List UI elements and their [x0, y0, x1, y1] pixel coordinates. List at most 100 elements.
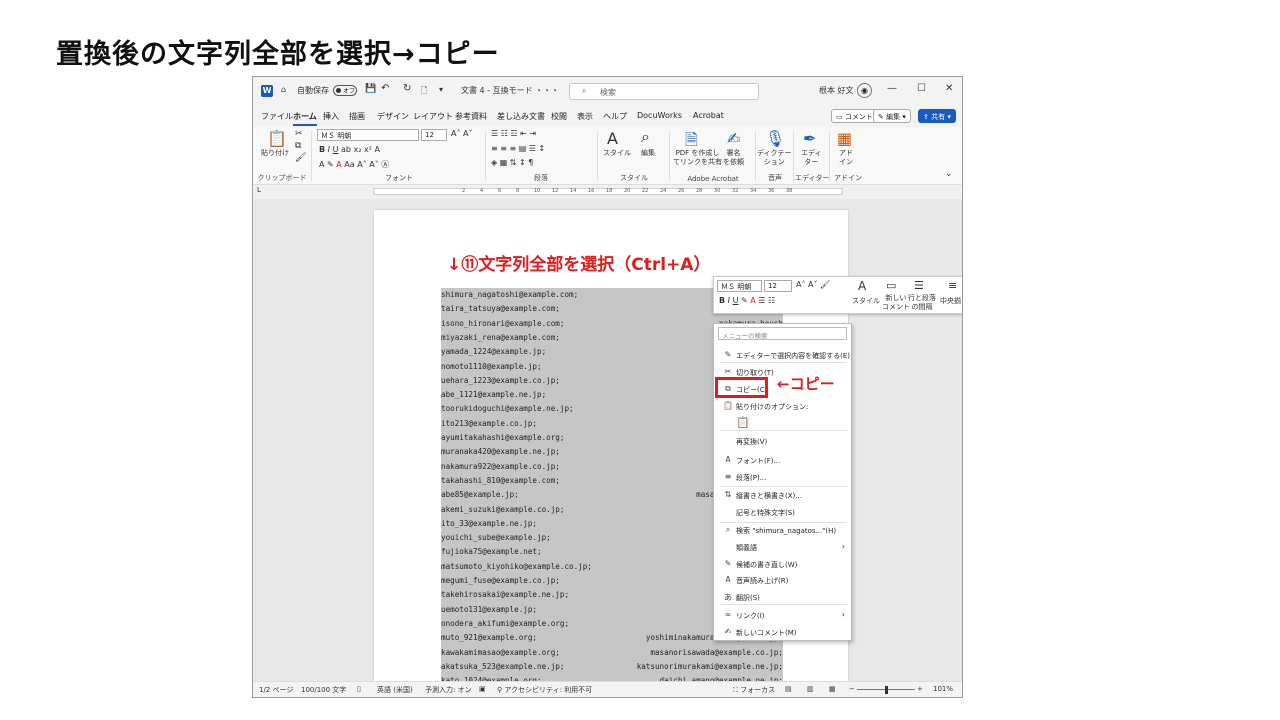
mini-font-name-select[interactable]: ＭＳ 明朝	[717, 280, 762, 292]
menu-item-new-comment[interactable]: ✍ 新しいコメント(M)	[714, 625, 851, 640]
tab-docuworks[interactable]: DocuWorks	[637, 111, 682, 120]
menu-search-input[interactable]: メニューの検索	[718, 327, 847, 340]
style-icon[interactable]: A	[607, 129, 618, 148]
font-format-icons[interactable]: B I U ab x₂ x² A	[319, 145, 380, 154]
mini-grow-font-icon[interactable]: A˄ A˅ 🖌	[796, 280, 830, 289]
email-left: uehara_1223@example.co.jp;	[441, 375, 560, 385]
proofing-icon[interactable]: ▯	[357, 685, 361, 693]
font-color-icons[interactable]: A ✎ A Aa A˄ A˅ Ⓐ	[319, 159, 389, 170]
edit-mode-button[interactable]: ✎ 編集 ▾	[873, 109, 911, 123]
mini-font-size-select[interactable]: 12	[764, 280, 792, 292]
mini-center-icon[interactable]: ≡	[948, 279, 957, 292]
tab-design[interactable]: デザイン	[377, 111, 409, 122]
tab-mailings[interactable]: 差し込み文書	[497, 111, 545, 122]
macro-icon[interactable]: ▣	[479, 685, 486, 693]
avatar-icon[interactable]: ◉	[857, 83, 872, 98]
font-name-select[interactable]: ＭＳ 明朝	[317, 129, 419, 141]
new-doc-icon[interactable]: 🗋	[421, 85, 427, 99]
menu-item-reconvert[interactable]: 再変換(V)	[714, 434, 851, 449]
comment-button[interactable]: ▭ コメント	[831, 109, 878, 123]
document-line[interactable]: kawakamimasao@example.org; masanorisawada…	[441, 648, 783, 662]
menu-item-font[interactable]: A フォント(F)...	[714, 453, 851, 468]
editor-group: ✒ エディ ター エディター	[795, 127, 830, 185]
collapse-ribbon-icon[interactable]: ⌄	[945, 169, 953, 179]
restore-button[interactable]: ☐	[917, 83, 926, 94]
addin-icon[interactable]: ▦	[837, 129, 852, 148]
menu-item-text-direction[interactable]: ⇅ 縦書きと横書き(X)...	[714, 488, 851, 503]
ruler-tick: 12	[552, 188, 559, 194]
redo-icon[interactable]: ↻	[403, 83, 411, 94]
menu-item-synonyms[interactable]: 類義語 ›	[714, 540, 851, 555]
print-layout-icon[interactable]: ▥	[807, 685, 814, 693]
menu-item-paste-keep[interactable]: 📋	[714, 414, 851, 429]
zoom-level[interactable]: 101%	[933, 685, 953, 693]
paste-icon[interactable]: 📋	[267, 129, 287, 148]
menu-item-editor-check[interactable]: ✎ エディターで選択内容を確認する(E)	[714, 348, 851, 363]
customize-qat-icon[interactable]: ▾	[439, 85, 443, 94]
addin-group-label: アドイン	[834, 174, 862, 182]
cut-icon[interactable]: ✂	[295, 129, 303, 139]
document-line[interactable]: akatsuka_523@example.ne.jp; katsunorimura…	[441, 662, 783, 676]
microphone-icon[interactable]: 🎙	[765, 129, 785, 148]
zoom-slider-handle[interactable]	[885, 686, 888, 694]
page-count[interactable]: 1/2 ページ	[259, 685, 293, 695]
zoom-in-icon[interactable]: +	[917, 685, 923, 693]
menu-item-link[interactable]: ∞ リンク(I) ›	[714, 608, 851, 623]
menu-item-rewrite[interactable]: ✎ 候補の書き直し(W)	[714, 557, 851, 572]
mini-line-spacing-icon[interactable]: ☰	[914, 279, 924, 292]
close-button[interactable]: ✕	[945, 83, 953, 94]
copy-icon[interactable]: ⧉	[295, 141, 301, 151]
format-painter-icon[interactable]: 🖌	[295, 153, 306, 163]
tab-insert[interactable]: 挿入	[323, 111, 339, 122]
zoom-out-icon[interactable]: −	[849, 685, 855, 693]
mini-comment-icon[interactable]: ▭	[886, 279, 896, 292]
share-button[interactable]: ⇪ 共有 ▾	[918, 109, 956, 123]
list-icons[interactable]: ☰ ☷ ☲ ⇤ ⇥	[491, 129, 536, 138]
menu-item-label: 貼り付けのオプション:	[736, 403, 809, 411]
save-icon[interactable]: 💾	[365, 84, 376, 94]
tab-file[interactable]: ファイル	[261, 111, 293, 122]
autosave-toggle[interactable]: オフ	[333, 85, 357, 96]
editor-icon[interactable]: ✒	[803, 129, 816, 148]
shading-icons[interactable]: ◈ ▦ ⇅ ↕ ¶	[491, 158, 533, 167]
read-mode-icon[interactable]: ▤	[785, 685, 792, 693]
find-icon[interactable]: ⌕	[641, 127, 650, 147]
menu-item-paste-options[interactable]: 📋 貼り付けのオプション:	[714, 399, 851, 414]
tab-view[interactable]: 表示	[577, 111, 593, 122]
undo-icon[interactable]: ↶	[381, 83, 389, 94]
tab-draw[interactable]: 描画	[349, 111, 365, 122]
mini-format-icons[interactable]: B I U ✎ A ☰ ☷	[719, 296, 775, 305]
tab-acrobat[interactable]: Acrobat	[693, 111, 724, 120]
grow-font-icon[interactable]: A˄ A˅	[451, 129, 473, 138]
menu-item-search[interactable]: ⌕ 検索 "shimura_nagatos..."(H)	[714, 523, 851, 538]
mini-toolbar: ＭＳ 明朝 12 A˄ A˅ 🖌 B I U ✎ A ☰ ☷ A スタイル ▭ …	[713, 276, 962, 314]
search-box[interactable]: ⌕ 検索	[569, 83, 759, 100]
minimize-button[interactable]: —	[887, 83, 897, 94]
focus-button[interactable]: ⛶ フォーカス	[733, 685, 775, 695]
language[interactable]: 英語 (米国)	[377, 685, 413, 695]
accessibility-status[interactable]: ⚲ アクセシビリティ: 利用不可	[497, 685, 592, 695]
web-layout-icon[interactable]: ▦	[829, 685, 836, 693]
new-comment-icon: ✍	[724, 627, 732, 636]
tab-selector-icon[interactable]: L	[257, 186, 261, 194]
tab-layout[interactable]: レイアウト	[413, 111, 453, 122]
align-icons[interactable]: ≡ ≡ ≡ ▤ ☰ ↕	[491, 144, 545, 153]
tab-help[interactable]: ヘルプ	[603, 111, 627, 122]
menu-item-label: 候補の書き直し(W)	[736, 561, 798, 569]
ruler-tick: 6	[498, 188, 502, 194]
paste-keep-format-icon[interactable]: 📋	[736, 416, 750, 429]
menu-item-symbols[interactable]: 記号と特殊文字(S)	[714, 505, 851, 520]
font-size-select[interactable]: 12	[421, 129, 447, 141]
tab-references[interactable]: 参考資料	[455, 111, 487, 122]
predictive-input[interactable]: 予測入力: オン	[425, 685, 472, 695]
menu-item-translate[interactable]: あ翻訳(S)	[714, 590, 851, 605]
tab-review[interactable]: 校閲	[551, 111, 567, 122]
mini-style-icon[interactable]: A	[858, 279, 866, 293]
menu-item-read-aloud[interactable]: A 音声読み上げ(R)	[714, 573, 851, 588]
sign-icon[interactable]: ✍	[727, 129, 740, 148]
word-count[interactable]: 100/100 文字	[301, 685, 346, 695]
tab-home[interactable]: ホーム	[293, 111, 317, 126]
menu-item-label: 縦書きと横書き(X)...	[736, 492, 802, 500]
word-logo-icon: W	[261, 85, 273, 97]
menu-item-paragraph[interactable]: ≡ 段落(P)...	[714, 470, 851, 485]
